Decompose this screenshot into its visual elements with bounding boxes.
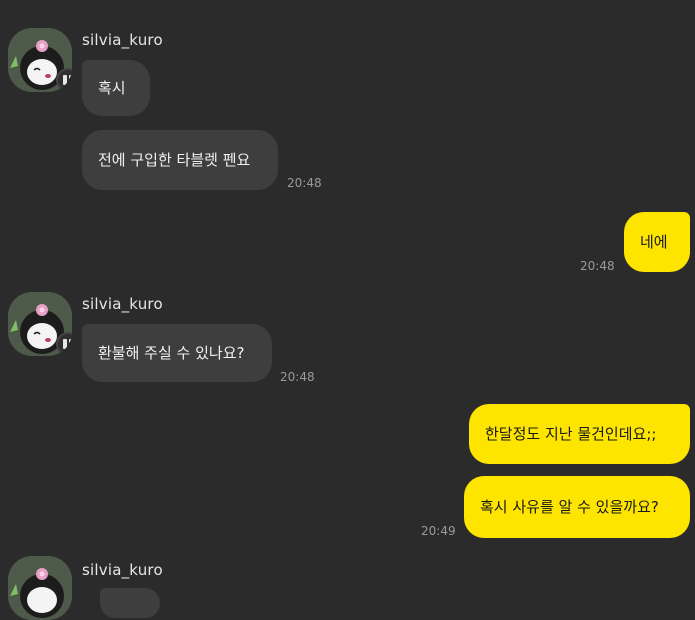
sender-avatar[interactable] bbox=[8, 292, 72, 356]
message-bubble[interactable]: 네에 bbox=[624, 212, 690, 272]
kuromi-avatar-icon bbox=[8, 556, 72, 620]
message-timestamp: 20:48 bbox=[287, 176, 322, 190]
sender-name: silvia_kuro bbox=[82, 31, 163, 49]
message-bubble[interactable]: 혹시 bbox=[82, 60, 150, 116]
message-bubble[interactable]: 한달정도 지난 물건인데요;; bbox=[469, 404, 690, 464]
message-timestamp: 20:49 bbox=[421, 524, 456, 538]
sender-avatar[interactable] bbox=[8, 28, 72, 92]
message-bubble[interactable]: 전에 구입한 타블렛 펜요 bbox=[82, 130, 278, 190]
message-bubble[interactable]: 혹시 사유를 알 수 있을까요? bbox=[464, 476, 690, 538]
message-bubble[interactable]: 환불해 주실 수 있나요? bbox=[82, 324, 272, 382]
sender-name: silvia_kuro bbox=[82, 561, 163, 579]
message-timestamp: 20:48 bbox=[280, 370, 315, 384]
message-timestamp: 20:48 bbox=[580, 259, 615, 273]
message-bubble[interactable] bbox=[100, 588, 160, 618]
sender-name: silvia_kuro bbox=[82, 295, 163, 313]
sender-avatar[interactable] bbox=[8, 556, 72, 620]
